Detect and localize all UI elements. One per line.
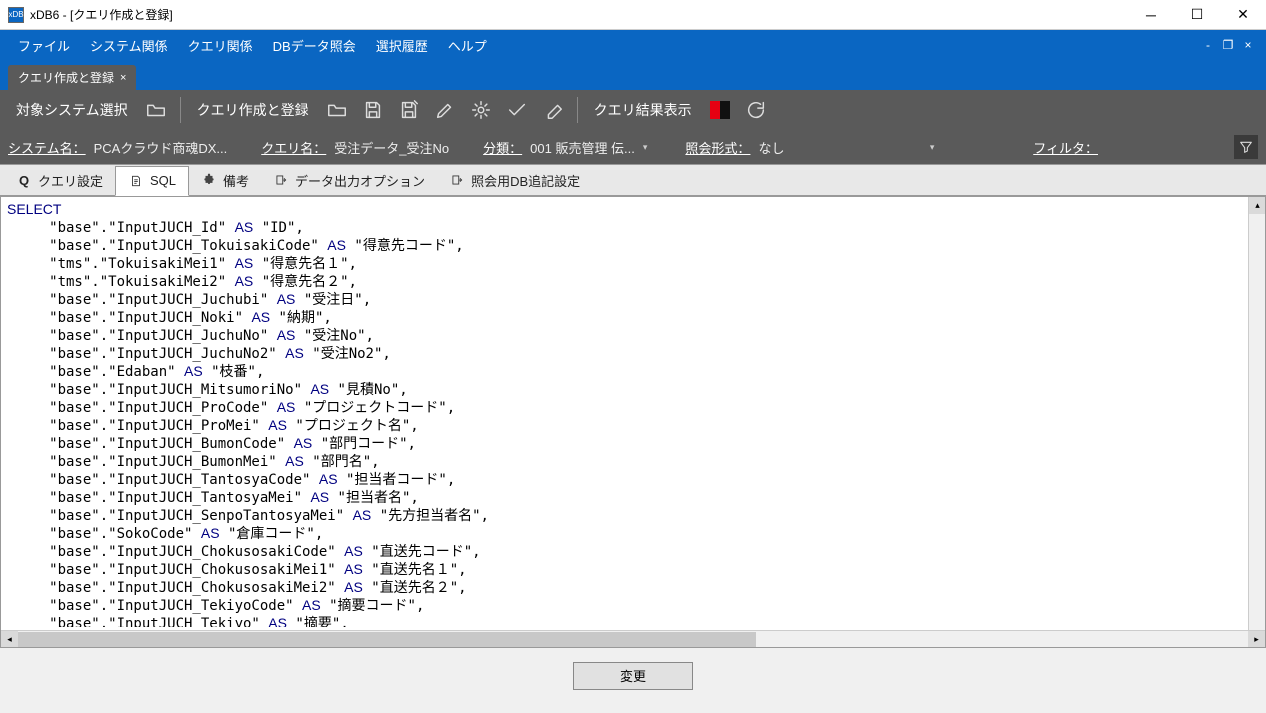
- query-name-value[interactable]: 受注データ_受注No: [334, 138, 449, 157]
- mdi-close-button[interactable]: ×: [1238, 35, 1258, 55]
- scroll-up-icon[interactable]: ▴: [1249, 197, 1266, 214]
- close-button[interactable]: ✕: [1220, 0, 1266, 30]
- edit-icon[interactable]: [429, 94, 461, 126]
- document-tab-bar: クエリ作成と登録 ×: [0, 60, 1266, 90]
- ref-mode-value: なし: [758, 138, 784, 157]
- export-icon: [273, 172, 289, 188]
- system-name-label: システム名：: [8, 138, 86, 157]
- category-select[interactable]: 001 販売管理 伝... ▾: [530, 138, 651, 157]
- scrollbar-thumb[interactable]: [18, 632, 756, 647]
- tab-label: SQL: [150, 173, 176, 188]
- script-icon: [128, 173, 144, 189]
- menu-query[interactable]: クエリ関係: [178, 30, 263, 60]
- filter-icon[interactable]: [1234, 135, 1258, 159]
- ref-mode-label: 照会形式：: [685, 138, 750, 157]
- tab-output-options[interactable]: データ出力オプション: [261, 165, 437, 195]
- ref-mode-select[interactable]: なし ▾: [758, 138, 938, 157]
- erase-icon[interactable]: [537, 94, 569, 126]
- vertical-scrollbar[interactable]: ▴: [1248, 197, 1265, 632]
- category-label: 分類：: [483, 138, 522, 157]
- main-toolbar: 対象システム選択 クエリ作成と登録 クエリ結果表示: [0, 90, 1266, 130]
- window-buttons: ─ ☐ ✕: [1128, 0, 1266, 30]
- property-bar: システム名： PCAクラウド商魂DX... クエリ名： 受注データ_受注No 分…: [0, 130, 1266, 164]
- menu-bar: ファイル システム関係 クエリ関係 DBデータ照会 選択履歴 ヘルプ - ❐ ×: [0, 30, 1266, 60]
- refresh-icon[interactable]: [740, 94, 772, 126]
- menu-help[interactable]: ヘルプ: [438, 30, 497, 60]
- export-icon: [449, 172, 465, 188]
- open-folder-icon[interactable]: [140, 94, 172, 126]
- tab-label: クエリ設定: [38, 171, 103, 190]
- query-result-display-button[interactable]: クエリ結果表示: [586, 95, 700, 125]
- query-name-label: クエリ名：: [261, 138, 326, 157]
- document-tab[interactable]: クエリ作成と登録 ×: [8, 65, 136, 90]
- title-bar: xDB xDB6 - [クエリ作成と登録] ─ ☐ ✕: [0, 0, 1266, 30]
- footer-bar: 変更: [0, 648, 1266, 703]
- app-icon: xDB: [8, 7, 24, 23]
- puzzle-icon: [201, 172, 217, 188]
- tab-db-append[interactable]: 照会用DB追記設定: [437, 165, 592, 195]
- category-value: 001 販売管理 伝...: [530, 138, 635, 157]
- tab-sql[interactable]: SQL: [115, 166, 189, 196]
- filter-label: フィルタ：: [1033, 138, 1098, 157]
- document-tab-close-icon[interactable]: ×: [120, 72, 126, 84]
- magnifier-q-icon: Q: [16, 172, 32, 188]
- document-tab-label: クエリ作成と登録: [18, 69, 114, 86]
- scroll-right-icon[interactable]: ▸: [1248, 631, 1265, 648]
- save-as-icon[interactable]: [393, 94, 425, 126]
- chevron-down-icon: ▾: [926, 142, 939, 153]
- settings-gear-icon[interactable]: [465, 94, 497, 126]
- scroll-left-icon[interactable]: ◂: [1, 631, 18, 648]
- menu-system[interactable]: システム関係: [80, 30, 178, 60]
- mdi-restore-button[interactable]: ❐: [1218, 35, 1238, 55]
- tab-label: 備考: [223, 171, 249, 190]
- horizontal-scrollbar[interactable]: ◂ ▸: [1, 630, 1265, 647]
- tab-query-settings[interactable]: Q クエリ設定: [4, 165, 115, 195]
- minimize-button[interactable]: ─: [1128, 0, 1174, 30]
- flag-icon[interactable]: [704, 94, 736, 126]
- tab-remarks[interactable]: 備考: [189, 165, 261, 195]
- maximize-button[interactable]: ☐: [1174, 0, 1220, 30]
- check-icon[interactable]: [501, 94, 533, 126]
- sql-editor[interactable]: SELECT "base"."InputJUCH_Id" AS "ID", "b…: [0, 196, 1266, 648]
- menu-file[interactable]: ファイル: [8, 30, 80, 60]
- menu-dbdata[interactable]: DBデータ照会: [263, 30, 366, 60]
- menu-history[interactable]: 選択履歴: [366, 30, 438, 60]
- window-title: xDB6 - [クエリ作成と登録]: [30, 6, 1128, 23]
- editor-tabs: Q クエリ設定 SQL 備考 データ出力オプション 照会用DB追記設定: [0, 164, 1266, 196]
- mdi-minimize-button[interactable]: -: [1198, 35, 1218, 55]
- open-query-icon[interactable]: [321, 94, 353, 126]
- target-system-select-button[interactable]: 対象システム選択: [8, 95, 136, 125]
- tab-label: データ出力オプション: [295, 171, 425, 190]
- change-button[interactable]: 変更: [573, 662, 693, 690]
- query-create-register-button[interactable]: クエリ作成と登録: [189, 95, 317, 125]
- save-icon[interactable]: [357, 94, 389, 126]
- chevron-down-icon: ▾: [639, 142, 652, 153]
- tab-label: 照会用DB追記設定: [471, 171, 580, 190]
- system-name-value[interactable]: PCAクラウド商魂DX...: [94, 138, 228, 157]
